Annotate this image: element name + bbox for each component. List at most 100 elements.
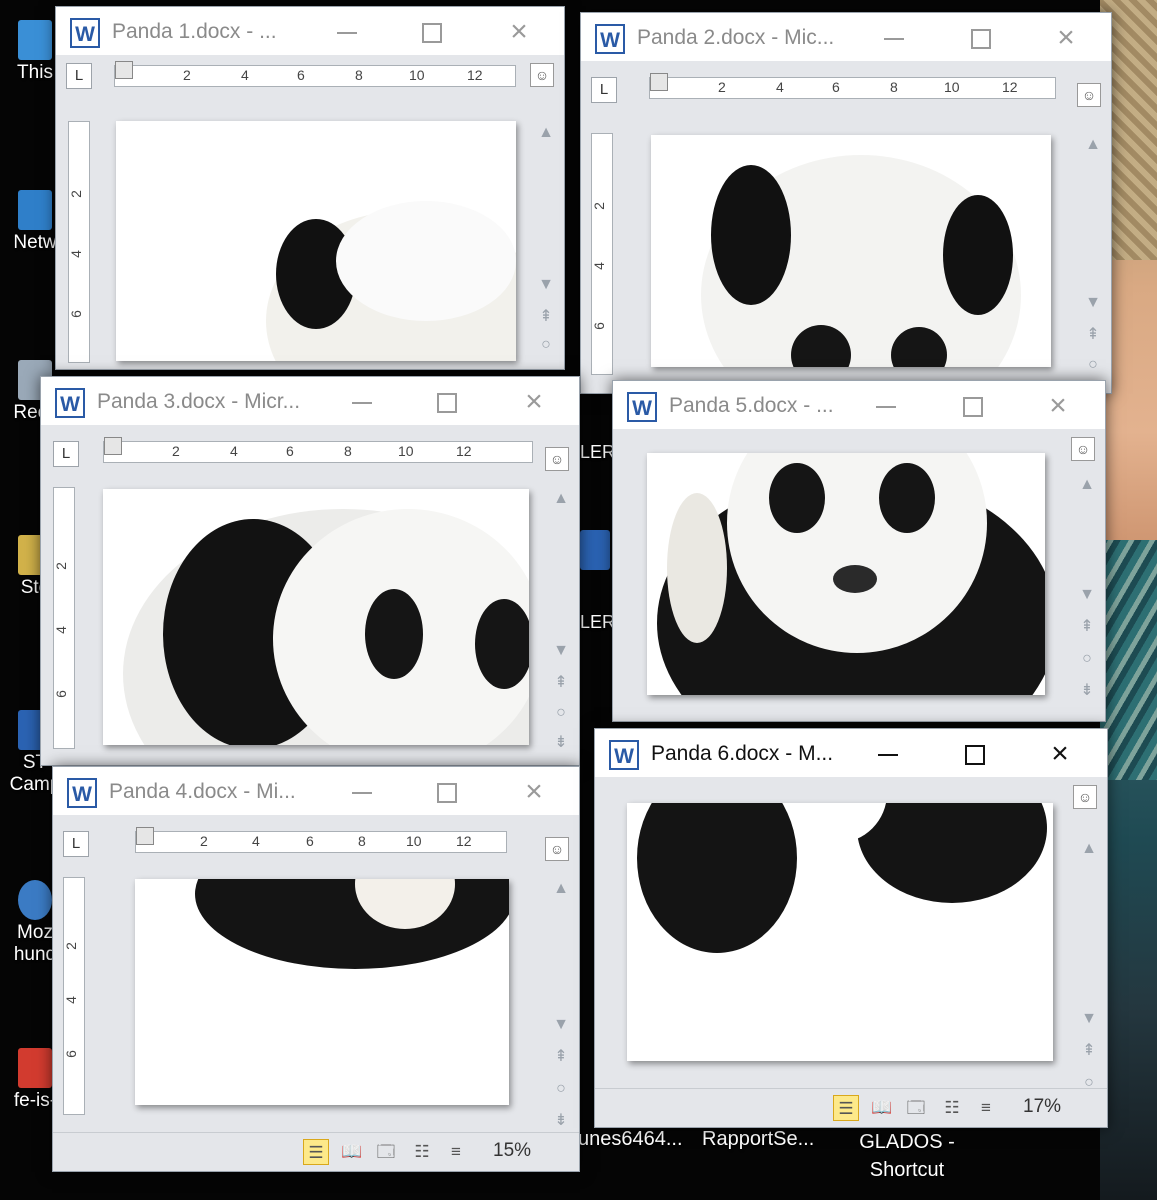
maximize-button[interactable] — [959, 739, 989, 769]
scroll-down-icon[interactable]: ▼ — [534, 273, 558, 297]
document-page[interactable] — [103, 489, 529, 745]
browse-object-icon[interactable]: ○ — [549, 701, 573, 725]
vertical-ruler[interactable]: 246 — [68, 121, 90, 363]
browse-object-icon[interactable]: ○ — [534, 333, 558, 357]
horizontal-ruler[interactable]: 2 4 6 8 10 12 — [103, 437, 533, 463]
word-window-panda-5[interactable]: W Panda 5.docx - ... × ☺ ▲ ▼ ⇞ ○ ⇟ — [612, 380, 1106, 722]
scroll-up-icon[interactable]: ▲ — [1081, 133, 1105, 157]
title-bar[interactable]: W Panda 5.docx - ... × — [613, 381, 1105, 429]
helper-icon[interactable]: ☺ — [545, 837, 569, 861]
desktop-icon-word-file[interactable] — [575, 530, 615, 572]
close-button[interactable]: × — [1043, 391, 1073, 421]
zoom-level[interactable]: 17% — [1023, 1096, 1061, 1118]
document-page[interactable] — [116, 121, 516, 361]
helper-icon[interactable]: ☺ — [1071, 437, 1095, 461]
full-reading-button[interactable]: 📖 — [869, 1095, 895, 1121]
zoom-level[interactable]: 15% — [493, 1140, 531, 1162]
maximize-button[interactable] — [416, 17, 446, 47]
scroll-down-icon[interactable]: ▼ — [1075, 583, 1099, 607]
minimize-button[interactable] — [347, 387, 377, 417]
word-window-panda-4[interactable]: W Panda 4.docx - Mi... × L 2 4 6 8 10 12 246 … — [52, 766, 580, 1172]
close-button[interactable]: × — [1051, 23, 1081, 53]
draft-button[interactable]: ≡ — [973, 1095, 999, 1121]
previous-page-icon[interactable]: ⇞ — [1075, 615, 1099, 639]
document-page[interactable] — [651, 135, 1051, 367]
draft-button[interactable]: ≡ — [443, 1139, 469, 1165]
close-button[interactable]: × — [519, 387, 549, 417]
desktop-label-itunes[interactable]: unes6464... — [578, 1128, 683, 1151]
maximize-button[interactable] — [431, 777, 461, 807]
word-window-panda-2[interactable]: W Panda 2.docx - Mic... × L 2 4 6 8 10 12 246… — [580, 12, 1112, 394]
next-page-icon[interactable]: ⇟ — [549, 1109, 573, 1133]
scroll-down-icon[interactable]: ▼ — [1077, 1007, 1101, 1031]
document-page[interactable] — [627, 803, 1053, 1061]
scroll-down-icon[interactable]: ▼ — [549, 1013, 573, 1037]
title-bar[interactable]: W Panda 2.docx - Mic... × — [581, 13, 1111, 61]
previous-page-icon[interactable]: ⇞ — [549, 1045, 573, 1069]
outline-button[interactable]: ☷ — [939, 1095, 965, 1121]
outline-button[interactable]: ☷ — [409, 1139, 435, 1165]
helper-icon[interactable]: ☺ — [530, 63, 554, 87]
indent-marker[interactable] — [650, 73, 668, 91]
web-layout-button[interactable]: 🗔 — [903, 1095, 929, 1121]
vertical-scrollbar[interactable]: ▲ ▼ ⇞ ○ — [1081, 133, 1105, 373]
vertical-ruler[interactable]: 246 — [63, 877, 85, 1115]
vertical-scrollbar[interactable]: ▲ ▼ ⇞ ○ — [534, 121, 558, 361]
indent-marker[interactable] — [136, 827, 154, 845]
minimize-button[interactable] — [871, 391, 901, 421]
title-bar[interactable]: W Panda 3.docx - Micr... × — [41, 377, 579, 425]
vertical-ruler[interactable]: 246 — [53, 487, 75, 749]
tab-stop-selector[interactable]: L — [591, 77, 617, 103]
vertical-scrollbar[interactable]: ▲ ▼ ⇞ ○ ⇟ — [549, 487, 573, 753]
maximize-button[interactable] — [965, 23, 995, 53]
minimize-button[interactable] — [332, 17, 362, 47]
next-page-icon[interactable]: ⇟ — [1075, 679, 1099, 703]
scroll-up-icon[interactable]: ▲ — [1075, 473, 1099, 497]
desktop-label-rapport[interactable]: RapportSe... — [702, 1128, 814, 1151]
desktop-label-glados[interactable]: GLADOS - Shortcut — [852, 1128, 962, 1184]
close-button[interactable]: × — [519, 777, 549, 807]
tab-stop-selector[interactable]: L — [63, 831, 89, 857]
vertical-scrollbar[interactable]: ▲ ▼ ⇞ ○ ⇟ — [549, 877, 573, 1129]
vertical-ruler[interactable]: 246 — [591, 133, 613, 375]
vertical-scrollbar[interactable]: ▲ ▼ ⇞ ○ ⇟ — [1075, 473, 1099, 713]
tab-stop-selector[interactable]: L — [53, 441, 79, 467]
vertical-scrollbar[interactable]: ▲ ▼ ⇞ ○ ⇟ — [1077, 837, 1101, 1123]
browse-object-icon[interactable]: ○ — [1081, 353, 1105, 377]
title-bar[interactable]: W Panda 4.docx - Mi... × — [53, 767, 579, 815]
maximize-button[interactable] — [431, 387, 461, 417]
scroll-up-icon[interactable]: ▲ — [534, 121, 558, 145]
print-layout-button[interactable]: ☰ — [833, 1095, 859, 1121]
close-button[interactable]: × — [504, 17, 534, 47]
tab-stop-selector[interactable]: L — [66, 63, 92, 89]
previous-page-icon[interactable]: ⇞ — [1077, 1039, 1101, 1063]
indent-marker[interactable] — [115, 61, 133, 79]
indent-marker[interactable] — [104, 437, 122, 455]
print-layout-button[interactable]: ☰ — [303, 1139, 329, 1165]
helper-icon[interactable]: ☺ — [1077, 83, 1101, 107]
full-reading-button[interactable]: 📖 — [339, 1139, 365, 1165]
helper-icon[interactable]: ☺ — [1073, 785, 1097, 809]
minimize-button[interactable] — [347, 777, 377, 807]
web-layout-button[interactable]: 🗔 — [373, 1139, 399, 1165]
scroll-up-icon[interactable]: ▲ — [549, 487, 573, 511]
word-window-panda-3[interactable]: W Panda 3.docx - Micr... × L 2 4 6 8 10 12 24… — [40, 376, 580, 766]
horizontal-ruler[interactable]: 2 4 6 8 10 12 — [135, 827, 507, 853]
document-page[interactable] — [647, 453, 1045, 695]
document-page[interactable] — [135, 879, 509, 1105]
close-button[interactable]: × — [1045, 739, 1075, 769]
helper-icon[interactable]: ☺ — [545, 447, 569, 471]
scroll-down-icon[interactable]: ▼ — [549, 639, 573, 663]
browse-object-icon[interactable]: ○ — [1075, 647, 1099, 671]
title-bar[interactable]: W Panda 6.docx - M... × — [595, 729, 1107, 777]
browse-object-icon[interactable]: ○ — [549, 1077, 573, 1101]
scroll-up-icon[interactable]: ▲ — [1077, 837, 1101, 861]
horizontal-ruler[interactable]: 2 4 6 8 10 12 — [649, 73, 1056, 99]
minimize-button[interactable] — [873, 739, 903, 769]
minimize-button[interactable] — [879, 23, 909, 53]
word-window-panda-1[interactable]: W Panda 1.docx - ... × L 2 4 6 8 10 12 246 ☺ … — [55, 6, 565, 370]
maximize-button[interactable] — [957, 391, 987, 421]
title-bar[interactable]: W Panda 1.docx - ... × — [56, 7, 564, 55]
previous-page-icon[interactable]: ⇞ — [549, 671, 573, 695]
word-window-panda-6[interactable]: W Panda 6.docx - M... × ☺ ▲ ▼ ⇞ ○ ⇟ ☰ 📖 … — [594, 728, 1108, 1128]
